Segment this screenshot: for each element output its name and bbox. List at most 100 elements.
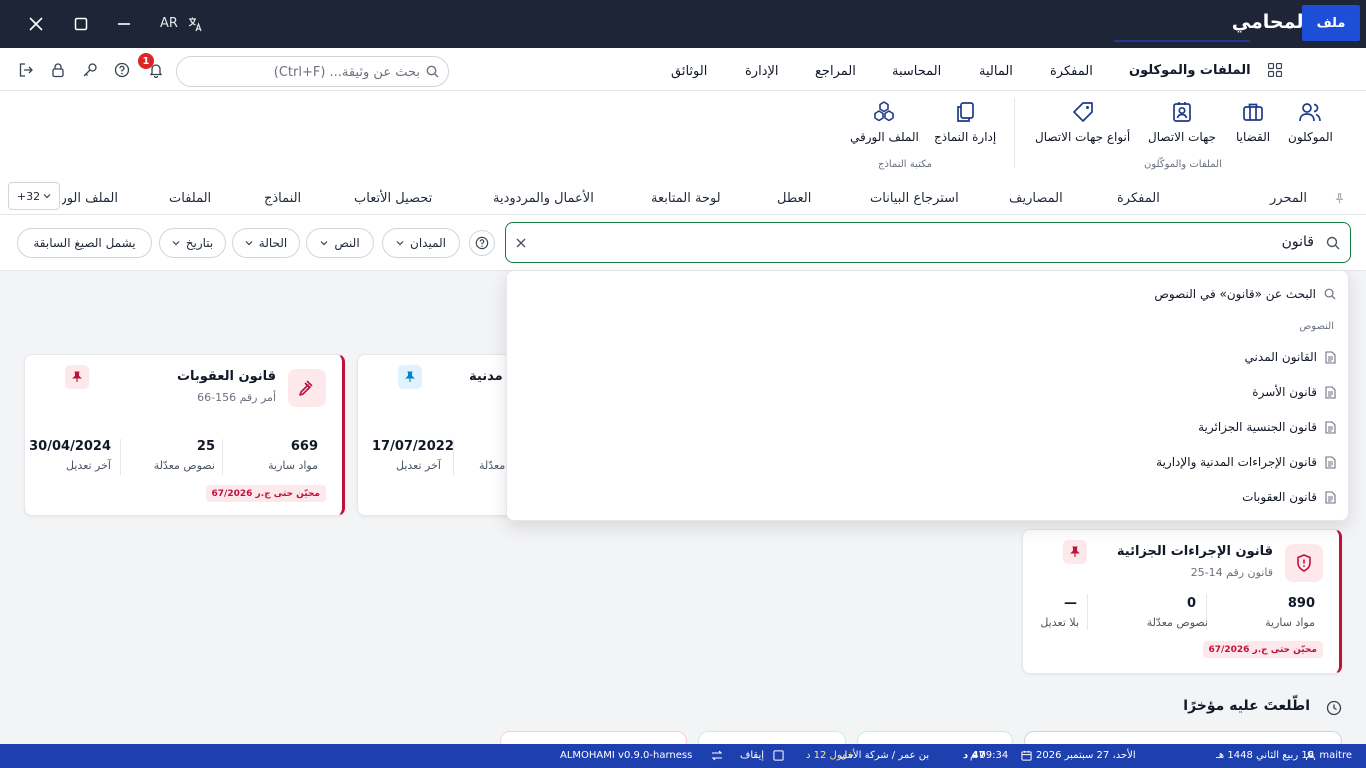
pin-tab-icon[interactable]: [1334, 193, 1345, 204]
dropdown-section-label: النصوص: [1299, 321, 1334, 332]
translate-icon[interactable]: [187, 16, 203, 32]
ribbon-contact-types-label: أنواع جهات الاتصال: [1035, 130, 1131, 144]
status-hijri-value: 16 ربيع الثاني 1448 هـ: [1216, 750, 1315, 761]
key-icon[interactable]: [82, 62, 98, 78]
maximize-window-button[interactable]: [69, 12, 93, 36]
menu-finance[interactable]: المالية: [979, 64, 1013, 79]
tab-dashboard[interactable]: لوحة المتابعة: [651, 191, 721, 206]
suggestion-label: قانون الأسرة: [1252, 385, 1317, 399]
pin-icon: [405, 371, 415, 382]
menu-documents[interactable]: الوثائق: [671, 64, 707, 79]
menu-administration[interactable]: الإدارة: [745, 64, 779, 79]
language-toggle[interactable]: AR: [160, 16, 178, 31]
filter-status-chip[interactable]: الحالة: [232, 228, 300, 258]
document-search-input[interactable]: بحث عن وثيقة... (Ctrl+F): [176, 56, 449, 87]
suggestion-item[interactable]: القانون المدني: [1245, 350, 1336, 364]
tab-expenses[interactable]: المصاريف: [1009, 191, 1063, 206]
close-window-button[interactable]: [24, 12, 48, 36]
suggestion-item[interactable]: قانون الإجراءات المدنية والإدارية: [1156, 455, 1336, 469]
pin-button[interactable]: [398, 365, 422, 389]
menu-accounting[interactable]: المحاسبة: [892, 64, 941, 79]
language-label: AR: [160, 16, 178, 31]
suggestion-item[interactable]: قانون الجنسية الجزائرية: [1198, 420, 1336, 434]
filter-date-chip[interactable]: بتاريخ: [159, 228, 226, 258]
filter-date-label: بتاريخ: [185, 236, 214, 250]
filter-text-label: النص: [334, 236, 360, 250]
search-help-button[interactable]: [469, 230, 495, 256]
search-suggestions-dropdown: البحث عن «قانون» في النصوص النصوص القانو…: [506, 270, 1349, 521]
pin-button[interactable]: [65, 365, 89, 389]
ribbon-paper-file-button[interactable]: الملف الورقي: [850, 100, 919, 144]
menu-agenda[interactable]: المفكرة: [1050, 64, 1093, 79]
pin-icon: [1070, 546, 1080, 557]
suggestion-item[interactable]: قانون العقوبات: [1242, 490, 1336, 504]
document-icon: [1325, 385, 1336, 399]
filter-status-label: الحالة: [258, 236, 288, 250]
law-search-input[interactable]: قانون: [505, 222, 1351, 263]
law-card[interactable]: قانون العقوبات أمر رقم 156-66 669 مواد س…: [24, 354, 345, 516]
chevron-down-icon: [172, 241, 180, 246]
logout-icon[interactable]: [18, 62, 34, 78]
tab-data-recovery[interactable]: استرجاع البيانات: [870, 191, 959, 206]
ribbon-cases-button[interactable]: القضايا: [1236, 100, 1270, 144]
status-bar: maitre الأحد، 27 سبتمبر 2026 16 ربيع الث…: [0, 744, 1366, 768]
menu-files-clients[interactable]: الملفات والموكلون: [1129, 63, 1251, 78]
status-hijri: 16 ربيع الثاني 1448 هـ: [1216, 750, 1314, 761]
stat-divider: [1087, 594, 1088, 630]
law-card-subtitle: أمر رقم 156-66: [197, 391, 276, 404]
stat-label: مواد سارية: [268, 459, 318, 472]
history-icon: [1326, 700, 1342, 716]
suggestion-item[interactable]: قانون الأسرة: [1252, 385, 1336, 399]
more-tabs-label: +32: [16, 189, 41, 203]
tab-paper-file[interactable]: الملف الور: [62, 191, 118, 206]
suggestion-label: قانون الإجراءات المدنية والإدارية: [1156, 455, 1317, 469]
pin-button[interactable]: [1063, 540, 1087, 564]
law-search-value: قانون: [1281, 234, 1314, 250]
search-in-texts-label: البحث عن «قانون» في النصوص: [1154, 287, 1316, 301]
law-card[interactable]: قانون الإجراءات الجزائية قانون رقم 14-25…: [1022, 529, 1342, 674]
lock-icon[interactable]: [50, 62, 66, 78]
stat-value: —: [1064, 596, 1077, 611]
tab-files[interactable]: الملفات: [169, 191, 211, 206]
law-card-title: قانون العقوبات: [176, 369, 276, 384]
ribbon-contact-types-button[interactable]: أنواع جهات الاتصال: [1035, 100, 1130, 144]
ribbon-contacts-button[interactable]: جهات الاتصال: [1148, 100, 1216, 144]
ribbon-contacts-label: جهات الاتصال: [1148, 130, 1217, 144]
filter-text-chip[interactable]: النص: [306, 228, 374, 258]
tab-holidays[interactable]: العطل: [777, 191, 811, 206]
status-user: maitre: [1319, 750, 1352, 761]
stat-label: آخر تعديل: [396, 459, 441, 472]
copy-documents-icon: [957, 102, 974, 122]
ribbon-templates-button[interactable]: إدارة النماذج: [934, 100, 996, 144]
stat-divider: [222, 439, 223, 475]
ribbon-group-templates-label: مكتبة النماذج: [878, 159, 933, 170]
document-icon: [1325, 350, 1336, 364]
menu-references[interactable]: المراجع: [815, 64, 856, 79]
tab-editor[interactable]: المحرر: [1270, 191, 1307, 206]
ribbon-cases-label: القضايا: [1236, 130, 1271, 144]
ribbon-clients-label: الموكلون: [1288, 130, 1333, 144]
filter-domain-chip[interactable]: الميدان: [382, 228, 460, 258]
ribbon-clients-button[interactable]: الموكلون: [1288, 100, 1333, 144]
tab-templates[interactable]: النماذج: [264, 191, 301, 206]
apps-grid-icon[interactable]: [1268, 63, 1282, 77]
tab-agenda[interactable]: المفكرة: [1117, 191, 1160, 206]
include-previous-versions-chip[interactable]: يشمل الصيغ السابقة: [17, 228, 152, 258]
tab-business[interactable]: الأعمال والمردودية: [493, 191, 594, 206]
stat-label: معدّلة: [479, 459, 506, 472]
pause-button[interactable]: إيقاف: [740, 750, 764, 761]
search-icon: [1326, 236, 1340, 250]
help-icon[interactable]: [114, 62, 130, 78]
updated-badge: محيّن حتى ج.ر 67/2026: [205, 485, 326, 502]
menu-active-indicator: [1114, 40, 1250, 42]
minimize-window-button[interactable]: [112, 12, 136, 36]
recent-section-title: اطّلعتَ عليه مؤخرًا: [1183, 698, 1310, 714]
close-icon: [29, 17, 43, 31]
stat-label: آخر تعديل: [66, 459, 111, 472]
chevron-down-icon: [396, 241, 404, 246]
stat-divider: [120, 439, 121, 475]
file-menu-button[interactable]: ملف: [1302, 5, 1360, 41]
search-in-texts-option[interactable]: البحث عن «قانون» في النصوص: [1154, 287, 1336, 301]
more-tabs-button[interactable]: +32: [8, 182, 60, 210]
tab-fees[interactable]: تحصيل الأتعاب: [354, 191, 432, 206]
